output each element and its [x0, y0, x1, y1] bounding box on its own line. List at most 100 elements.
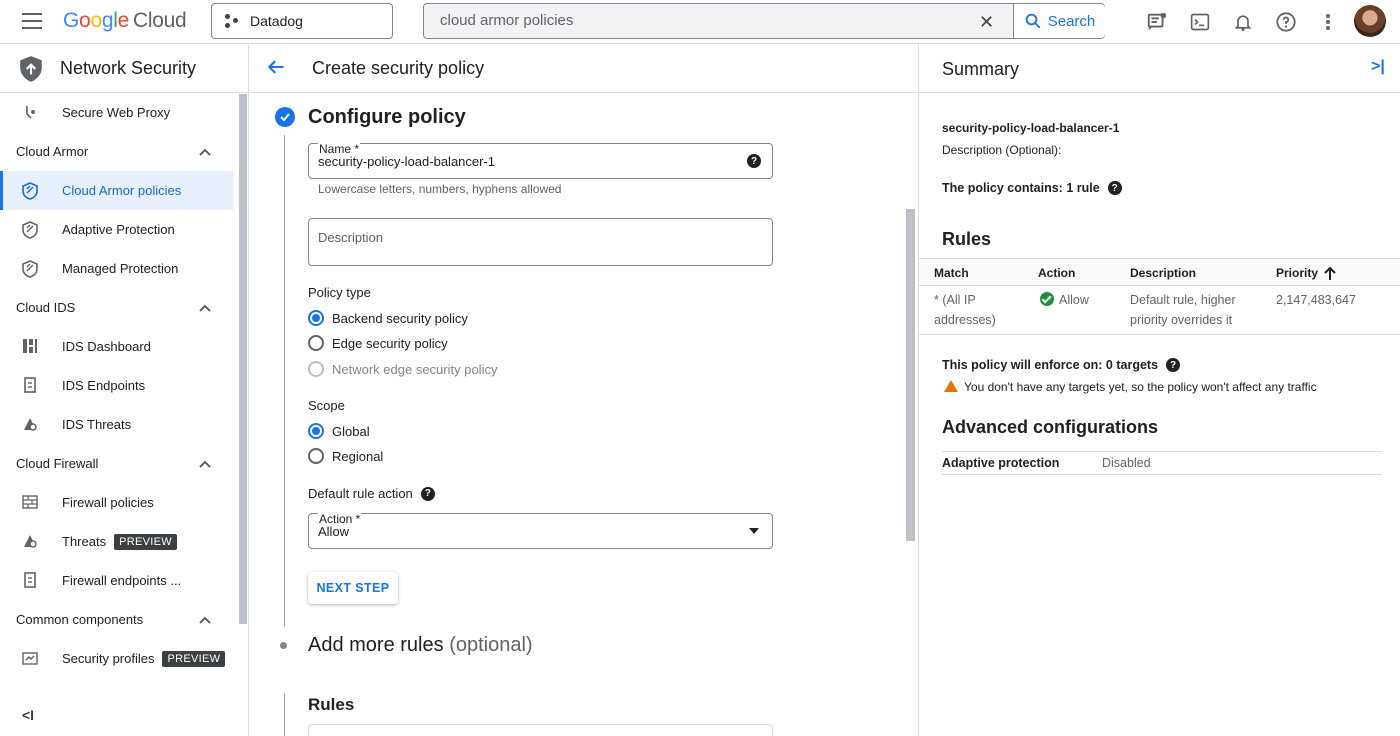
name-help-icon[interactable]: ?: [747, 154, 761, 168]
project-icon: [224, 13, 240, 29]
description-placeholder: Description: [318, 230, 384, 245]
more-options-icon[interactable]: [1316, 10, 1340, 34]
top-bar: GoogleCloud Datadog ✕ Search: [0, 0, 1400, 44]
sidebar-scrollbar[interactable]: [239, 94, 247, 624]
dropdown-arrow-icon: [749, 528, 759, 534]
sidebar-item-security-profiles[interactable]: Security profiles PREVIEW: [0, 639, 234, 678]
summary-contains: The policy contains: 1 rule ?: [942, 181, 1122, 195]
collapse-summary-icon[interactable]: >|: [1371, 58, 1385, 76]
enforce-help-icon[interactable]: ?: [1166, 358, 1181, 372]
search-input[interactable]: [440, 12, 960, 29]
search-bar: ✕ Search: [423, 3, 1105, 39]
sidebar-item-label: IDS Threats: [62, 417, 132, 432]
search-icon: [1025, 13, 1041, 29]
cloud-shell-icon[interactable]: [1188, 10, 1212, 34]
sidebar-item-ids-endpoints[interactable]: IDS Endpoints: [0, 366, 234, 405]
main-scrollbar[interactable]: [906, 209, 915, 541]
sidebar-group-cloud-firewall[interactable]: Cloud Firewall: [0, 444, 248, 483]
summary-header: Summary >|: [919, 45, 1400, 93]
next-step-button[interactable]: NEXT STEP: [308, 572, 398, 604]
radio-scope-global[interactable]: Global: [308, 423, 370, 439]
main-header: Create security policy: [250, 45, 917, 93]
sidebar-item-ids-threats[interactable]: IDS Threats: [0, 405, 234, 444]
radio-backend-security-policy[interactable]: Backend security policy: [308, 310, 468, 326]
radio-scope-regional[interactable]: Regional: [308, 448, 383, 464]
sidebar-item-label: Firewall policies: [62, 495, 154, 510]
radio-button: [308, 361, 324, 377]
action-select-value: Allow: [318, 524, 350, 539]
network-security-shield-icon: [20, 55, 42, 82]
targets-warning: You don't have any targets yet, so the p…: [944, 380, 1317, 394]
step-complete-icon: [275, 107, 295, 127]
sidebar-item-label: Cloud Armor policies: [62, 183, 182, 198]
name-hint: Lowercase letters, numbers, hyphens allo…: [318, 182, 562, 196]
sidebar-group-common-components[interactable]: Common components: [0, 600, 248, 639]
proxy-icon: [22, 104, 40, 122]
sidebar-item-managed-protection[interactable]: Managed Protection: [0, 249, 234, 288]
shield-icon: [22, 182, 40, 200]
sidebar-item-adaptive-protection[interactable]: Adaptive Protection: [0, 210, 234, 249]
sidebar-group-cloud-ids[interactable]: Cloud IDS: [0, 288, 248, 327]
sidebar-item-secure-web-proxy[interactable]: Secure Web Proxy: [0, 93, 234, 132]
contains-help-icon[interactable]: ?: [1107, 181, 1122, 195]
check-circle-icon: [1040, 292, 1054, 306]
project-picker[interactable]: Datadog: [211, 3, 393, 39]
shield-icon: [22, 221, 40, 239]
action-select[interactable]: Action * Allow: [308, 512, 773, 549]
name-field-value: security-policy-load-balancer-1: [318, 154, 496, 169]
threat-icon: [22, 416, 40, 434]
radio-button: [308, 335, 324, 351]
sidebar-group-cloud-armor[interactable]: Cloud Armor: [0, 132, 248, 171]
radio-button: [308, 423, 324, 439]
scope-label: Scope: [308, 398, 345, 413]
sidebar-item-label: IDS Endpoints: [62, 378, 146, 393]
notifications-icon[interactable]: [1231, 10, 1255, 34]
table-divider: [919, 334, 1400, 335]
default-action-help-icon[interactable]: ?: [420, 486, 435, 501]
sort-ascending-icon: [1324, 266, 1336, 280]
step-pending-icon: [280, 642, 287, 649]
sidebar-title: Network Security: [60, 58, 197, 78]
name-field[interactable]: Name * security-policy-load-balancer-1 ?: [308, 142, 773, 179]
col-priority[interactable]: Priority: [1276, 266, 1336, 280]
help-icon[interactable]: [1274, 10, 1298, 34]
radio-button: [308, 448, 324, 464]
sidebar-item-threats[interactable]: Threats PREVIEW: [0, 522, 234, 561]
search-button[interactable]: Search: [1013, 4, 1105, 38]
sidebar-item-ids-dashboard[interactable]: IDS Dashboard: [0, 327, 234, 366]
shield-icon: [22, 260, 40, 278]
sidebar-item-label: Managed Protection: [62, 261, 179, 276]
sidebar-item-cloud-armor-policies[interactable]: Cloud Armor policies: [0, 171, 234, 210]
collapse-sidebar-icon[interactable]: <I: [22, 707, 34, 723]
sidebar-item-label: Threats: [62, 534, 107, 549]
rules-section-title: Rules: [308, 695, 355, 714]
description-field[interactable]: Description: [308, 218, 773, 266]
project-name: Datadog: [250, 13, 303, 29]
sidebar-item-label: Security profiles: [62, 651, 155, 666]
adaptive-protection-row: Adaptive protection Disabled: [942, 451, 1382, 475]
sidebar-item-label: Adaptive Protection: [62, 222, 175, 237]
sidebar-item-label: Secure Web Proxy: [62, 105, 171, 120]
clear-search-icon[interactable]: ✕: [979, 12, 994, 33]
summary-title: Summary: [942, 59, 1020, 79]
back-arrow-icon[interactable]: [266, 57, 286, 83]
rule-match: * (All IP addresses): [934, 293, 996, 327]
chevron-up-icon: [199, 460, 211, 468]
warning-icon: [944, 380, 958, 392]
google-cloud-logo[interactable]: Google Cloud: [63, 9, 187, 33]
firewall-icon: [22, 494, 40, 512]
main-menu-icon[interactable]: [22, 13, 42, 29]
summary-description: Description (Optional):: [942, 143, 1062, 157]
profile-icon: [22, 650, 40, 668]
sidebar-item-firewall-endpoints[interactable]: Firewall endpoints ...: [0, 561, 234, 600]
preview-badge: PREVIEW: [162, 650, 226, 667]
radio-button: [308, 310, 324, 326]
rule-action: Allow: [1040, 290, 1089, 310]
sidebar-item-label: IDS Dashboard: [62, 339, 151, 354]
avatar[interactable]: [1354, 5, 1386, 37]
step-configure-policy-title: Configure policy: [308, 106, 466, 128]
notes-icon[interactable]: [1145, 10, 1169, 34]
radio-edge-security-policy[interactable]: Edge security policy: [308, 335, 448, 351]
sidebar-nav: Secure Web Proxy Cloud Armor Cloud Armor p…: [0, 93, 248, 678]
sidebar-item-firewall-policies[interactable]: Firewall policies: [0, 483, 234, 522]
